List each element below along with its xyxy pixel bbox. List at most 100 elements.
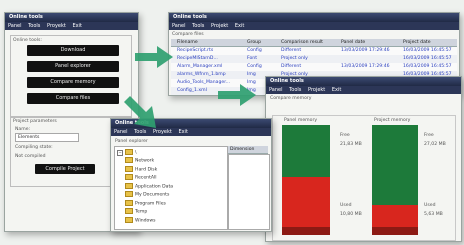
tree-folder-item[interactable]: Program Files bbox=[125, 199, 166, 206]
tree-folder-label: Temp bbox=[135, 209, 148, 215]
menu-tools[interactable]: Tools bbox=[28, 23, 40, 29]
panel-explorer-button[interactable]: Panel explorer bbox=[27, 61, 119, 72]
window-title-bar: Online tools bbox=[169, 13, 459, 22]
project-date: 16/03/2009 16:45:57 bbox=[403, 48, 452, 53]
folder-icon bbox=[125, 165, 133, 172]
project-name-field[interactable]: Elements bbox=[15, 133, 79, 142]
tree-folder-item[interactable]: Temp bbox=[125, 208, 148, 215]
panel-free-value: 21,83 MB bbox=[340, 142, 362, 147]
menu-exit[interactable]: Exit bbox=[235, 23, 244, 29]
project-used-base bbox=[372, 227, 418, 235]
panel-used-value: 10,80 MB bbox=[340, 212, 362, 217]
folder-icon bbox=[125, 149, 133, 155]
menu-exit[interactable]: Exit bbox=[332, 87, 341, 93]
col-filename[interactable]: Filename bbox=[177, 39, 198, 46]
panel-used-base bbox=[282, 227, 330, 235]
folder-icon bbox=[125, 174, 133, 180]
tree-folder-item[interactable]: Application Data bbox=[125, 182, 174, 189]
compare-memory-window: Online tools Panel Tools Projekt Exit Co… bbox=[265, 76, 462, 242]
menu-panel[interactable]: Panel bbox=[269, 87, 283, 93]
menu-project[interactable]: Projekt bbox=[308, 87, 325, 93]
window-title: Online tools bbox=[173, 14, 207, 20]
tree-folder-item[interactable]: My Documents bbox=[125, 191, 169, 198]
menu-exit[interactable]: Exit bbox=[72, 23, 81, 29]
tree-folder-label: Application Data bbox=[135, 184, 174, 189]
col-comparison-result[interactable]: Comparison result bbox=[281, 39, 323, 46]
project-free-value: 27,02 MB bbox=[424, 142, 446, 147]
col-group[interactable]: Group bbox=[247, 39, 261, 46]
project-parameters-label: Project parameters bbox=[13, 119, 57, 124]
download-button[interactable]: Download bbox=[27, 45, 119, 56]
menu-tools[interactable]: Tools bbox=[289, 87, 301, 93]
arrow-to-memory-icon bbox=[218, 84, 256, 106]
compare-memory-title: Compare memory bbox=[270, 96, 312, 101]
name-label: Name: bbox=[15, 127, 31, 132]
menu-panel[interactable]: Panel bbox=[8, 23, 22, 29]
project-memory-bar bbox=[372, 125, 418, 235]
tree-folder-item[interactable]: RecentAll bbox=[125, 174, 157, 181]
menu-panel[interactable]: Panel bbox=[172, 23, 186, 29]
col-project-date[interactable]: Project date bbox=[403, 39, 431, 46]
menu-project[interactable]: Proyekt bbox=[47, 23, 66, 29]
comparison-result: Project only bbox=[281, 56, 308, 61]
project-memory-label: Project memory bbox=[374, 118, 411, 123]
compare-files-button[interactable]: Compare files bbox=[27, 93, 119, 104]
compiling-state-value: Not compiled bbox=[15, 154, 46, 159]
tree-folder-item[interactable]: Network bbox=[125, 157, 154, 164]
compare-memory-button[interactable]: Compare memory bbox=[27, 77, 119, 88]
menu-bar: Panel Tools Projekt Exit bbox=[169, 22, 459, 30]
panel-used-segment bbox=[282, 177, 330, 227]
menu-bar: Panel Tools Proyekt Exit bbox=[5, 22, 138, 30]
table-row[interactable]: RecipeMIStarnD... Font Project only 16/03/2… bbox=[171, 55, 457, 63]
arrow-to-explorer-icon bbox=[124, 96, 156, 128]
project-used-segment bbox=[372, 205, 418, 227]
panel-explorer-window: Online tools Panel Tools Proyekt Exit Pa… bbox=[110, 118, 272, 232]
file-group: Img bbox=[247, 72, 256, 77]
tree-root[interactable]: − \ bbox=[117, 149, 137, 156]
panel-date: 13/03/2009 17:29:46 bbox=[341, 64, 390, 69]
folder-icon bbox=[125, 199, 133, 206]
compiling-state-label: Compiling state: bbox=[15, 145, 53, 150]
arrow-to-files-icon bbox=[135, 46, 173, 68]
file-group: Font bbox=[247, 56, 258, 61]
project-free-label: Free bbox=[424, 133, 434, 138]
file-name: alarms_Wfnrn_1.bmp bbox=[177, 72, 226, 77]
panel-used-label: Used bbox=[340, 203, 352, 208]
file-name: Config_1.xml bbox=[177, 88, 207, 93]
files-table-header: Filename Group Comparison result Panel d… bbox=[171, 39, 457, 47]
comparison-result: Different bbox=[281, 64, 302, 69]
table-row[interactable]: RecipeScript.rts Config Different 13/03/200… bbox=[171, 47, 457, 55]
tree-folder-item[interactable]: Windows bbox=[125, 216, 156, 223]
folder-icon bbox=[125, 216, 133, 223]
tree-folder-item[interactable]: Hard Disk bbox=[125, 165, 158, 172]
window-title-bar: Online tools bbox=[5, 13, 138, 22]
panel-memory-label: Panel memory bbox=[284, 118, 318, 123]
comparison-result: Different bbox=[281, 48, 302, 53]
menu-tools[interactable]: Tools bbox=[192, 23, 204, 29]
dimension-column-header[interactable]: Dimension bbox=[228, 146, 268, 154]
dimension-pane bbox=[228, 154, 270, 230]
menu-project[interactable]: Projekt bbox=[211, 23, 228, 29]
project-used-label: Used bbox=[424, 203, 436, 208]
panel-free-segment bbox=[282, 125, 330, 177]
compile-project-button[interactable]: Compile Project bbox=[35, 164, 95, 174]
table-row[interactable]: Alarm_Manager.xml Config Different 13/03/20… bbox=[171, 63, 457, 71]
expand-icon[interactable]: − bbox=[117, 149, 123, 156]
tree-folder-label: Hard Disk bbox=[135, 167, 158, 172]
file-group: Config bbox=[247, 48, 262, 53]
tree-folder-label: RecentAll bbox=[135, 175, 157, 181]
window-title-bar: Online tools bbox=[266, 77, 461, 86]
folder-icon bbox=[125, 191, 133, 197]
online-tools-label: Online tools: bbox=[13, 38, 42, 43]
panel-explorer-label: Panel explorer bbox=[115, 139, 148, 144]
project-used-value: 5,63 MB bbox=[424, 212, 443, 217]
folder-icon bbox=[125, 182, 133, 189]
window-title: Online tools bbox=[270, 78, 304, 84]
panel-memory-bar bbox=[282, 125, 330, 235]
file-name: RecipeScript.rts bbox=[177, 48, 214, 53]
col-panel-date[interactable]: Panel date bbox=[341, 39, 365, 46]
project-free-segment bbox=[372, 125, 418, 205]
file-name: Alarm_Manager.xml bbox=[177, 64, 223, 69]
panel-date: 13/03/2009 17:29:46 bbox=[341, 48, 390, 53]
menu-exit[interactable]: Exit bbox=[178, 129, 187, 135]
